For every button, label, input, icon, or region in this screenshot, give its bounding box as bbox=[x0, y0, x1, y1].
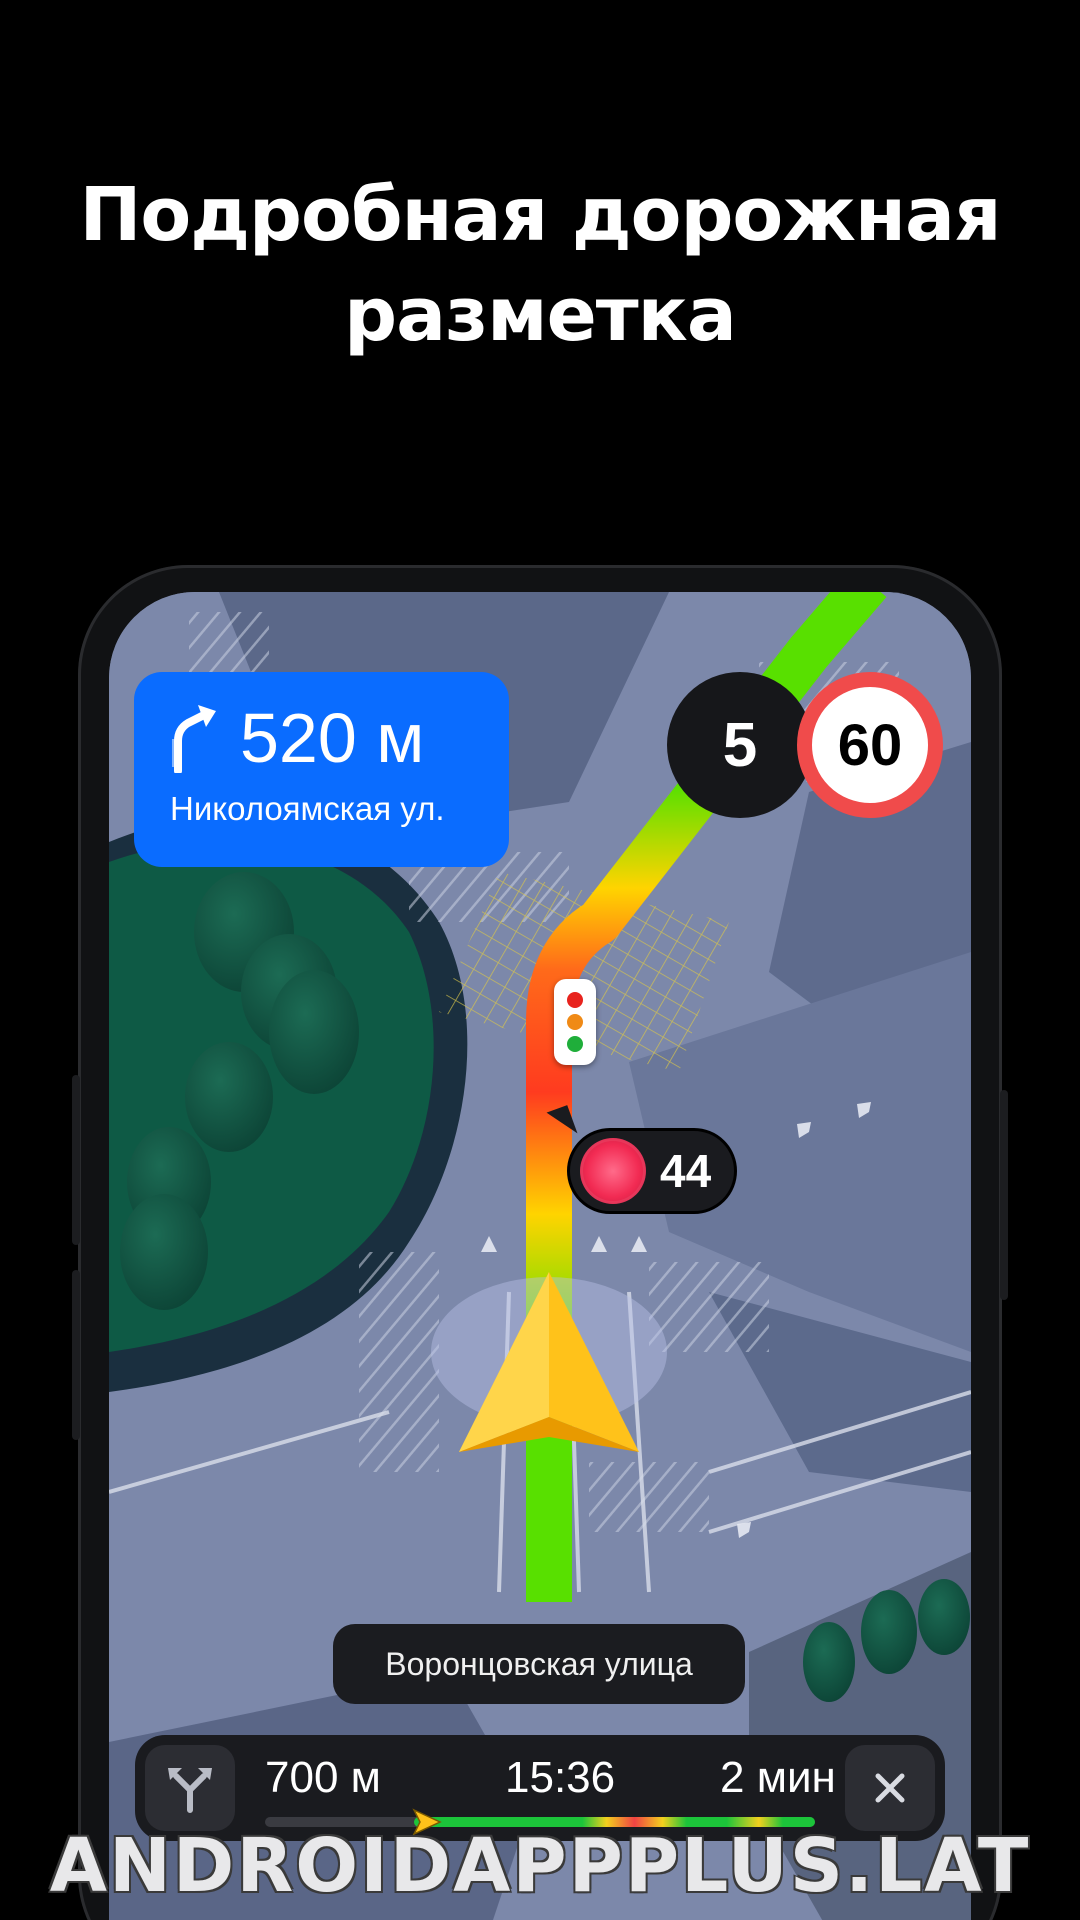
close-route-button[interactable] bbox=[845, 1745, 935, 1831]
phone-side-button-left-top bbox=[72, 1075, 80, 1245]
turn-right-icon bbox=[172, 705, 216, 773]
phone-side-button-left-bottom bbox=[72, 1270, 80, 1440]
promo-headline: Подробная дорожная разметка bbox=[0, 165, 1080, 365]
close-icon bbox=[875, 1773, 905, 1803]
headline-line-2: разметка bbox=[344, 272, 737, 358]
current-street-label: Воронцовская улица bbox=[333, 1624, 745, 1704]
route-options-button[interactable] bbox=[145, 1745, 235, 1831]
remaining-duration: 2 мин bbox=[720, 1753, 836, 1802]
remaining-distance: 700 м bbox=[265, 1753, 381, 1802]
maneuver-street: Николоямская ул. bbox=[170, 790, 445, 827]
navigator-screen[interactable]: 520 м Николоямская ул. 5 60 44 Воронцовс… bbox=[109, 592, 971, 1920]
current-speed: 5 bbox=[667, 672, 813, 818]
traffic-light-icon bbox=[554, 979, 596, 1065]
speed-limit-sign: 60 bbox=[797, 672, 943, 818]
red-signal-icon bbox=[580, 1138, 646, 1204]
crosswalk bbox=[359, 1252, 439, 1472]
crosswalk bbox=[589, 1462, 709, 1532]
phone-side-button-right bbox=[1000, 1090, 1008, 1300]
maneuver-card[interactable]: 520 м Николоямская ул. bbox=[134, 672, 509, 867]
maneuver-distance: 520 м bbox=[240, 699, 425, 777]
crosswalk bbox=[649, 1262, 769, 1352]
traffic-light-countdown: 44 bbox=[567, 1128, 737, 1214]
headline-line-1: Подробная дорожная bbox=[79, 172, 1002, 258]
route-fork-icon bbox=[168, 1768, 212, 1813]
arrival-time: 15:36 bbox=[505, 1753, 616, 1802]
watermark: ANDROIDAPPPLUS.LAT bbox=[49, 1823, 1031, 1909]
countdown-value: 44 bbox=[660, 1145, 712, 1197]
